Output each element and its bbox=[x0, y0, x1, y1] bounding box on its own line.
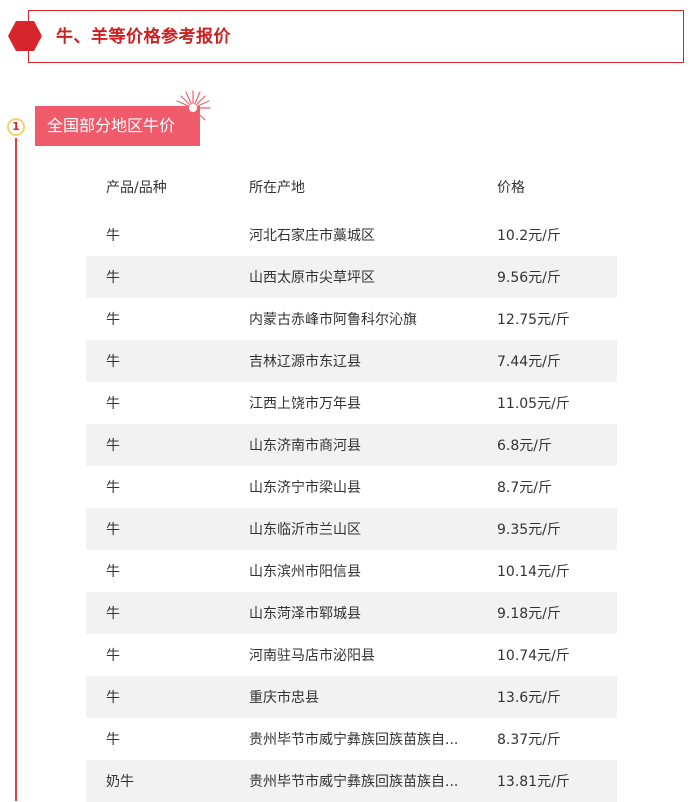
cell-product: 奶牛 bbox=[86, 760, 248, 802]
cell-price: 8.37元/斤 bbox=[496, 718, 617, 760]
table-row: 牛内蒙古赤峰市阿鲁科尔沁旗 12.75元/斤 bbox=[86, 298, 617, 340]
cell-price: 13.6元/斤 bbox=[496, 676, 617, 718]
cell-product: 牛 bbox=[86, 634, 248, 676]
cell-price: 6.8元/斤 bbox=[496, 424, 617, 466]
cell-price: 12.75元/斤 bbox=[496, 298, 617, 340]
cell-price: 13.81元/斤 bbox=[496, 760, 617, 802]
cell-price: 11.05元/斤 bbox=[496, 382, 617, 424]
cell-product: 牛 bbox=[86, 508, 248, 550]
cell-product: 牛 bbox=[86, 256, 248, 298]
cell-origin: 山东滨州市阳信县 bbox=[248, 550, 496, 592]
cell-price: 10.2元/斤 bbox=[496, 214, 617, 256]
cell-product: 牛 bbox=[86, 214, 248, 256]
cell-price: 9.18元/斤 bbox=[496, 592, 617, 634]
cell-origin: 贵州毕节市威宁彝族回族苗族自... bbox=[248, 718, 496, 760]
table-row: 奶牛 贵州毕节市威宁彝族回族苗族自... 13.81元/斤 bbox=[86, 760, 617, 802]
cell-product: 牛 bbox=[86, 676, 248, 718]
table-row: 牛江西上饶市万年县 11.05元/斤 bbox=[86, 382, 617, 424]
cell-price: 8.7元/斤 bbox=[496, 466, 617, 508]
cell-origin: 内蒙古赤峰市阿鲁科尔沁旗 bbox=[248, 298, 496, 340]
table-row: 牛山东济宁市梁山县 8.7元/斤 bbox=[86, 466, 617, 508]
table-row: 牛山东济南市商河县 6.8元/斤 bbox=[86, 424, 617, 466]
cell-price: 9.35元/斤 bbox=[496, 508, 617, 550]
cell-product: 牛 bbox=[86, 424, 248, 466]
table-body: 牛河北石家庄市藁城区 10.2元/斤牛山西太原市尖草坪区 9.56元/斤牛内蒙古赤峰… bbox=[86, 206, 617, 802]
cell-origin: 山东济南市商河县 bbox=[248, 424, 496, 466]
table-row: 牛河南驻马店市泌阳县 10.74元/斤 bbox=[86, 634, 617, 676]
table-row: 牛山西太原市尖草坪区 9.56元/斤 bbox=[86, 256, 617, 298]
step-number-badge: 1 bbox=[7, 118, 25, 136]
cell-price: 9.56元/斤 bbox=[496, 256, 617, 298]
cell-origin: 河北石家庄市藁城区 bbox=[248, 214, 496, 256]
cell-price: 7.44元/斤 bbox=[496, 340, 617, 382]
page-title: 牛、羊等价格参考报价 bbox=[56, 27, 231, 47]
cell-price: 10.74元/斤 bbox=[496, 634, 617, 676]
table-row: 牛山东临沂市兰山区 9.35元/斤 bbox=[86, 508, 617, 550]
table-row: 牛吉林辽源市东辽县 7.44元/斤 bbox=[86, 340, 617, 382]
cell-product: 牛 bbox=[86, 592, 248, 634]
cell-origin: 贵州毕节市威宁彝族回族苗族自... bbox=[248, 760, 496, 802]
table-row: 牛重庆市忠县 13.6元/斤 bbox=[86, 676, 617, 718]
cell-product: 牛 bbox=[86, 550, 248, 592]
price-table: 产品/品种 所在产地 价格 牛河北石家庄市藁城区 10.2元/斤牛山西太原市尖草坪… bbox=[86, 168, 617, 802]
table-row: 牛河北石家庄市藁城区 10.2元/斤 bbox=[86, 214, 617, 256]
table-row: 牛贵州毕节市威宁彝族回族苗族自... 8.37元/斤 bbox=[86, 718, 617, 760]
cell-origin: 山东临沂市兰山区 bbox=[248, 508, 496, 550]
cell-origin: 山东菏泽市郓城县 bbox=[248, 592, 496, 634]
cell-product: 牛 bbox=[86, 340, 248, 382]
cell-product: 牛 bbox=[86, 298, 248, 340]
firework-icon bbox=[175, 90, 211, 126]
cell-origin: 江西上饶市万年县 bbox=[248, 382, 496, 424]
cell-product: 牛 bbox=[86, 466, 248, 508]
cell-origin: 山东济宁市梁山县 bbox=[248, 466, 496, 508]
table-spacer bbox=[86, 206, 617, 214]
column-header-price: 价格 bbox=[497, 180, 525, 196]
column-header-product: 产品/品种 bbox=[106, 180, 167, 196]
hexagon-icon bbox=[8, 21, 42, 51]
table-row: 牛山东滨州市阳信县 10.14元/斤 bbox=[86, 550, 617, 592]
cell-origin: 吉林辽源市东辽县 bbox=[248, 340, 496, 382]
cell-origin: 河南驻马店市泌阳县 bbox=[248, 634, 496, 676]
cell-product: 牛 bbox=[86, 382, 248, 424]
cell-origin: 山西太原市尖草坪区 bbox=[248, 256, 496, 298]
table-row: 牛山东菏泽市郓城县 9.18元/斤 bbox=[86, 592, 617, 634]
column-header-origin: 所在产地 bbox=[249, 180, 305, 196]
timeline-line bbox=[15, 138, 17, 801]
cell-price: 10.14元/斤 bbox=[496, 550, 617, 592]
cell-product: 牛 bbox=[86, 718, 248, 760]
cell-origin: 重庆市忠县 bbox=[248, 676, 496, 718]
table-header-row: 产品/品种 所在产地 价格 bbox=[86, 168, 617, 206]
